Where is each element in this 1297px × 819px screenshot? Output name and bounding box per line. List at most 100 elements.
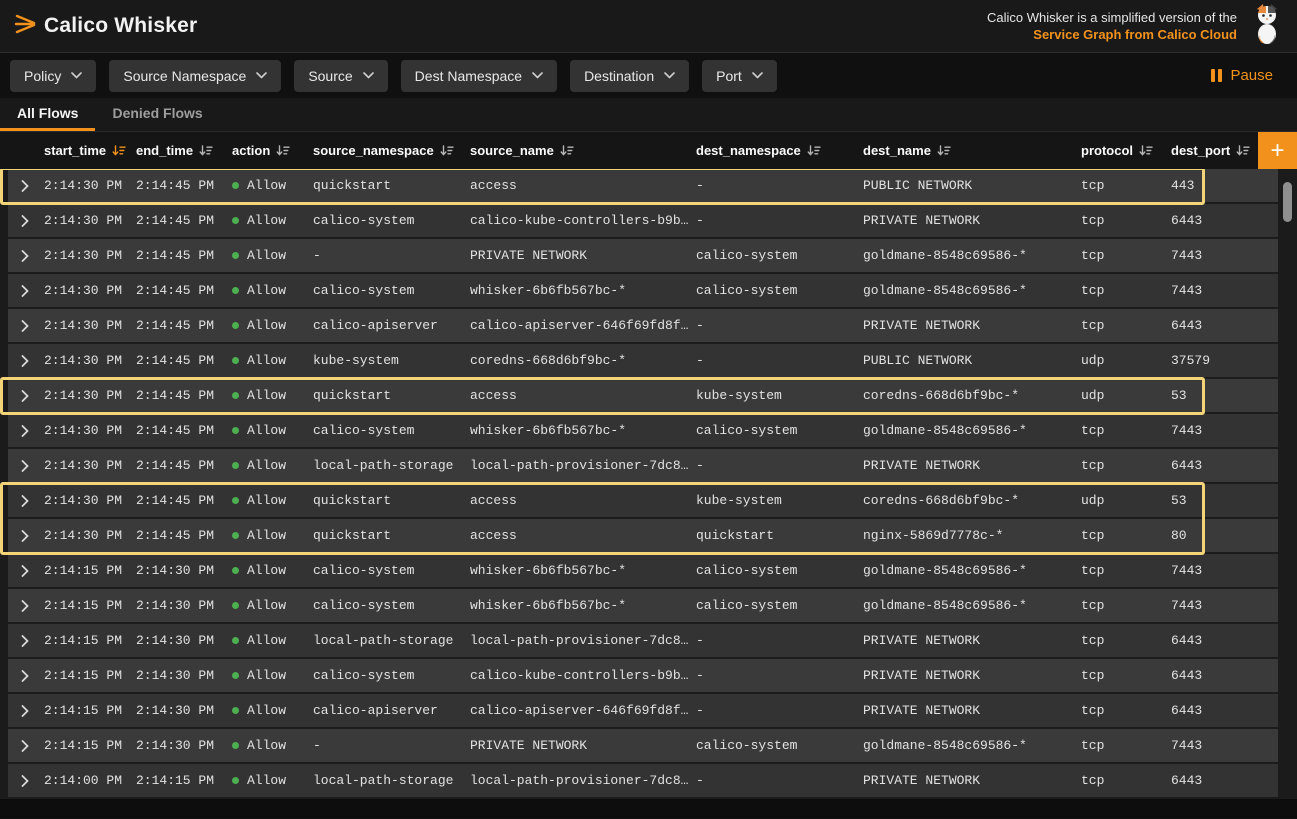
cell-start_time: 2:14:30 PM <box>36 213 128 228</box>
allow-status-icon <box>232 497 239 504</box>
cell-protocol: tcp <box>1073 668 1163 683</box>
column-header-protocol[interactable]: protocol <box>1073 143 1163 158</box>
column-header-start_time[interactable]: start_time <box>36 143 128 158</box>
tab-all-flows[interactable]: All Flows <box>0 98 95 131</box>
expand-chevron-icon[interactable] <box>8 215 36 227</box>
cell-dest_port: 7443 <box>1163 248 1278 263</box>
expand-chevron-icon[interactable] <box>8 285 36 297</box>
cell-source_name: whisker-6b6fb567bc-* <box>462 283 688 298</box>
column-header-action[interactable]: action <box>224 143 305 158</box>
expand-chevron-icon[interactable] <box>8 355 36 367</box>
column-label: source_namespace <box>313 143 434 158</box>
flow-row[interactable]: 2:14:30 PM2:14:45 PMAllowquickstartacces… <box>8 379 1278 414</box>
flow-row[interactable]: 2:14:15 PM2:14:30 PMAllowcalico-systemca… <box>8 659 1278 694</box>
cell-start_time: 2:14:30 PM <box>36 353 128 368</box>
filter-source[interactable]: Source <box>294 60 387 92</box>
filter-dest-namespace[interactable]: Dest Namespace <box>401 60 557 92</box>
action-label: Allow <box>247 248 286 263</box>
filter-port[interactable]: Port <box>702 60 777 92</box>
cell-dest_name: goldmane-8548c69586-* <box>855 283 1073 298</box>
column-header-source_name[interactable]: source_name <box>462 143 688 158</box>
flow-row[interactable]: 2:14:30 PM2:14:45 PMAllow-PRIVATE NETWOR… <box>8 239 1278 274</box>
sort-icon[interactable] <box>276 145 290 157</box>
cell-dest_port: 80 <box>1163 528 1278 543</box>
column-header-dest_namespace[interactable]: dest_namespace <box>688 143 855 158</box>
cell-source_namespace: calico-system <box>305 283 462 298</box>
flow-row[interactable]: 2:14:30 PM2:14:45 PMAllowkube-systemcore… <box>8 344 1278 379</box>
action-label: Allow <box>247 703 286 718</box>
flow-row[interactable]: 2:14:15 PM2:14:30 PMAllowcalico-apiserve… <box>8 694 1278 729</box>
chevron-down-icon <box>752 72 763 79</box>
cell-dest_name: goldmane-8548c69586-* <box>855 563 1073 578</box>
flow-row[interactable]: 2:14:30 PM2:14:45 PMAllowcalico-systemwh… <box>8 414 1278 449</box>
sort-icon[interactable] <box>560 145 574 157</box>
flow-row[interactable]: 2:14:30 PM2:14:45 PMAllowquickstartacces… <box>8 519 1278 554</box>
cell-protocol: tcp <box>1073 633 1163 648</box>
filter-source-namespace[interactable]: Source Namespace <box>109 60 281 92</box>
expand-chevron-icon[interactable] <box>8 600 36 612</box>
flow-row[interactable]: 2:14:30 PM2:14:45 PMAllowquickstartacces… <box>8 169 1278 204</box>
calico-cat-mascot <box>1247 3 1287 50</box>
cell-action: Allow <box>224 283 305 298</box>
cell-dest_port: 6443 <box>1163 633 1278 648</box>
table-body: 2:14:30 PM2:14:45 PMAllowquickstartacces… <box>0 169 1297 799</box>
sort-icon[interactable] <box>1139 145 1153 157</box>
expand-chevron-icon[interactable] <box>8 530 36 542</box>
cell-dest_name: goldmane-8548c69586-* <box>855 248 1073 263</box>
flow-row[interactable]: 2:14:30 PM2:14:45 PMAllowcalico-systemca… <box>8 204 1278 239</box>
sort-icon[interactable] <box>937 145 951 157</box>
flow-row[interactable]: 2:14:15 PM2:14:30 PMAllowcalico-systemwh… <box>8 589 1278 624</box>
flow-row[interactable]: 2:14:30 PM2:14:45 PMAllowquickstartacces… <box>8 484 1278 519</box>
cell-end_time: 2:14:45 PM <box>128 248 224 263</box>
filter-policy[interactable]: Policy <box>10 60 96 92</box>
allow-status-icon <box>232 602 239 609</box>
expand-chevron-icon[interactable] <box>8 180 36 192</box>
cell-dest_namespace: calico-system <box>688 248 855 263</box>
cell-start_time: 2:14:30 PM <box>36 493 128 508</box>
flow-row[interactable]: 2:14:30 PM2:14:45 PMAllowcalico-systemwh… <box>8 274 1278 309</box>
cell-dest_namespace: calico-system <box>688 423 855 438</box>
action-label: Allow <box>247 178 286 193</box>
expand-chevron-icon[interactable] <box>8 390 36 402</box>
expand-chevron-icon[interactable] <box>8 425 36 437</box>
tab-denied-flows[interactable]: Denied Flows <box>95 98 219 131</box>
expand-chevron-icon[interactable] <box>8 250 36 262</box>
expand-chevron-icon[interactable] <box>8 460 36 472</box>
sort-icon[interactable] <box>440 145 454 157</box>
cell-dest_namespace: quickstart <box>688 528 855 543</box>
cell-source_namespace: quickstart <box>305 493 462 508</box>
expand-chevron-icon[interactable] <box>8 740 36 752</box>
expand-chevron-icon[interactable] <box>8 775 36 787</box>
expand-chevron-icon[interactable] <box>8 705 36 717</box>
expand-chevron-icon[interactable] <box>8 320 36 332</box>
flow-row[interactable]: 2:14:30 PM2:14:45 PMAllowlocal-path-stor… <box>8 449 1278 484</box>
column-header-end_time[interactable]: end_time <box>128 143 224 158</box>
service-graph-link[interactable]: Service Graph from Calico Cloud <box>987 26 1237 43</box>
flow-row[interactable]: 2:14:00 PM2:14:15 PMAllowlocal-path-stor… <box>8 764 1278 799</box>
column-header-source_namespace[interactable]: source_namespace <box>305 143 462 158</box>
sort-icon[interactable] <box>1236 145 1250 157</box>
sort-icon[interactable] <box>112 145 126 157</box>
allow-status-icon <box>232 532 239 539</box>
cell-end_time: 2:14:30 PM <box>128 703 224 718</box>
expand-chevron-icon[interactable] <box>8 565 36 577</box>
flow-row[interactable]: 2:14:30 PM2:14:45 PMAllowcalico-apiserve… <box>8 309 1278 344</box>
sort-icon[interactable] <box>807 145 821 157</box>
pause-button[interactable]: Pause <box>1211 67 1273 84</box>
expand-chevron-icon[interactable] <box>8 495 36 507</box>
vertical-scrollbar-thumb[interactable] <box>1283 182 1292 222</box>
cell-protocol: udp <box>1073 493 1163 508</box>
flow-row[interactable]: 2:14:15 PM2:14:30 PMAllowlocal-path-stor… <box>8 624 1278 659</box>
sort-icon[interactable] <box>199 145 213 157</box>
add-column-button[interactable]: + <box>1258 132 1297 169</box>
expand-chevron-icon[interactable] <box>8 670 36 682</box>
expand-chevron-icon[interactable] <box>8 635 36 647</box>
filter-destination[interactable]: Destination <box>570 60 689 92</box>
filter-label: Destination <box>584 68 654 84</box>
flow-row[interactable]: 2:14:15 PM2:14:30 PMAllow-PRIVATE NETWOR… <box>8 729 1278 764</box>
column-header-dest_name[interactable]: dest_name <box>855 143 1073 158</box>
cell-end_time: 2:14:30 PM <box>128 563 224 578</box>
cell-protocol: tcp <box>1073 423 1163 438</box>
cell-source_namespace: local-path-storage <box>305 633 462 648</box>
flow-row[interactable]: 2:14:15 PM2:14:30 PMAllowcalico-systemwh… <box>8 554 1278 589</box>
